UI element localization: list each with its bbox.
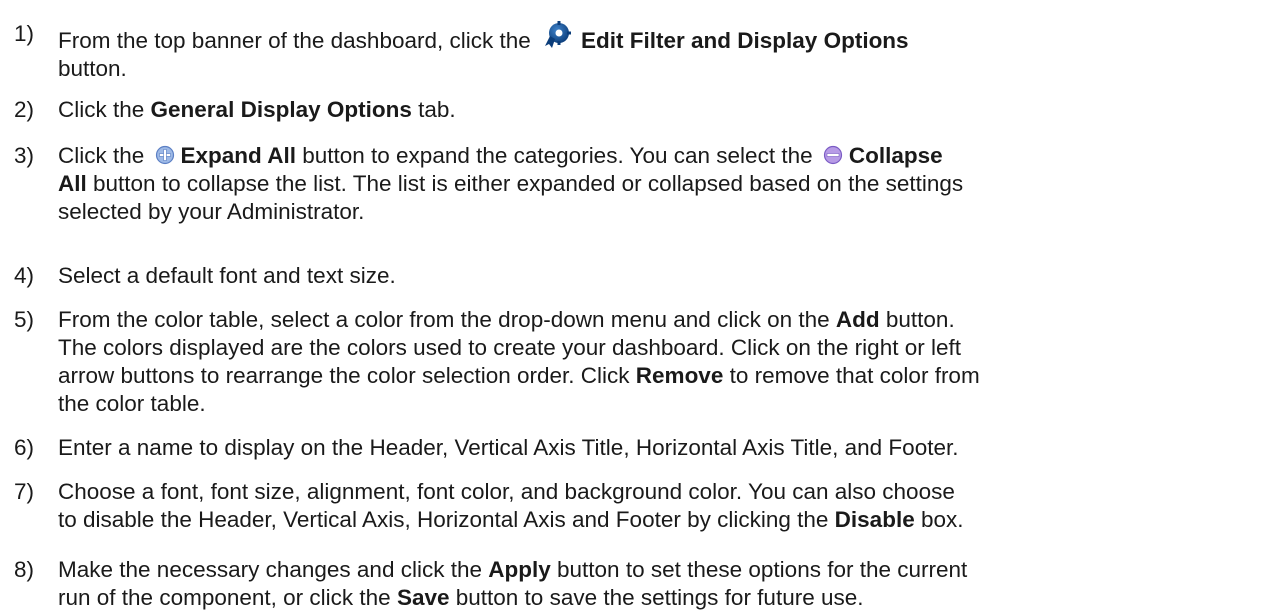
step-text-run: run of the component, or click the xyxy=(58,585,397,610)
step-text: Make the necessary changes and click the… xyxy=(58,556,1268,612)
step-text: From the top banner of the dashboard, cl… xyxy=(58,20,1268,83)
step-text-run: selected by your Administrator. xyxy=(58,199,365,224)
step-number: 2) xyxy=(14,97,35,122)
step-text: Select a default font and text size. xyxy=(58,262,1268,290)
ui-term-label: Expand All xyxy=(180,143,296,168)
ui-term-label: General Display Options xyxy=(150,97,412,122)
step-number: 5) xyxy=(14,307,35,332)
step-number: 4) xyxy=(14,263,35,288)
step-text-run: to remove that color from xyxy=(723,363,980,388)
step-text-run: box. xyxy=(914,507,964,532)
step-number: 1) xyxy=(14,21,35,46)
step-text-run: button to collapse the list. The list is… xyxy=(86,171,964,196)
ui-term-label: Apply xyxy=(488,557,551,582)
ui-term-label: Add xyxy=(835,307,880,332)
step-text-run: Click the xyxy=(58,97,151,122)
step-text: Choose a font, font size, alignment, fon… xyxy=(58,478,1268,534)
step-text-run: to disable the Header, Vertical Axis, Ho… xyxy=(58,507,835,532)
step-text-run: Choose a font, font size, alignment, fon… xyxy=(58,479,955,504)
step-text-run: button to save the settings for future u… xyxy=(449,585,864,610)
step-number: 3) xyxy=(14,143,35,168)
step-text-run: The colors displayed are the colors used… xyxy=(58,335,961,360)
step-text-run: Click the xyxy=(58,143,151,168)
ui-term-label: Save xyxy=(396,585,450,610)
collapse-all-minus-icon xyxy=(819,143,849,168)
step-text-run: From the top banner of the dashboard, cl… xyxy=(58,28,538,53)
step-text: Click the General Display Options tab. xyxy=(58,96,1268,124)
ui-term-label: All xyxy=(58,171,87,196)
step-text: Enter a name to display on the Header, V… xyxy=(58,434,1268,462)
step-text: From the color table, select a color fro… xyxy=(58,306,1268,418)
step-text-run: arrow buttons to rearrange the color sel… xyxy=(58,363,636,388)
expand-all-plus-icon xyxy=(151,143,181,168)
step-number: 6) xyxy=(14,435,35,460)
step-text-run: the color table. xyxy=(58,391,206,416)
step-text-run: button to set these options for the curr… xyxy=(550,557,968,582)
step-text-run: button to expand the categories. You can… xyxy=(295,143,819,168)
step-text-run: Enter a name to display on the Header, V… xyxy=(58,435,959,460)
step-text-run: Make the necessary changes and click the xyxy=(58,557,489,582)
step-text-run: From the color table, select a color fro… xyxy=(58,307,836,332)
step-text-run: button. xyxy=(58,56,127,81)
ui-term-label: Edit Filter and Display Options xyxy=(581,28,909,53)
step-text-run: Select a default font and text size. xyxy=(58,263,396,288)
step-number: 7) xyxy=(14,479,35,504)
ui-term-label: Disable xyxy=(834,507,915,532)
step-text: Click the Expand All button to expand th… xyxy=(58,142,1268,226)
edit-filter-gear-icon xyxy=(537,21,581,53)
step-text-run: button. xyxy=(879,307,955,332)
ui-term-label: Remove xyxy=(635,363,724,388)
step-number: 8) xyxy=(14,557,35,582)
ui-term-label: Collapse xyxy=(848,143,943,168)
step-text-run: tab. xyxy=(411,97,456,122)
